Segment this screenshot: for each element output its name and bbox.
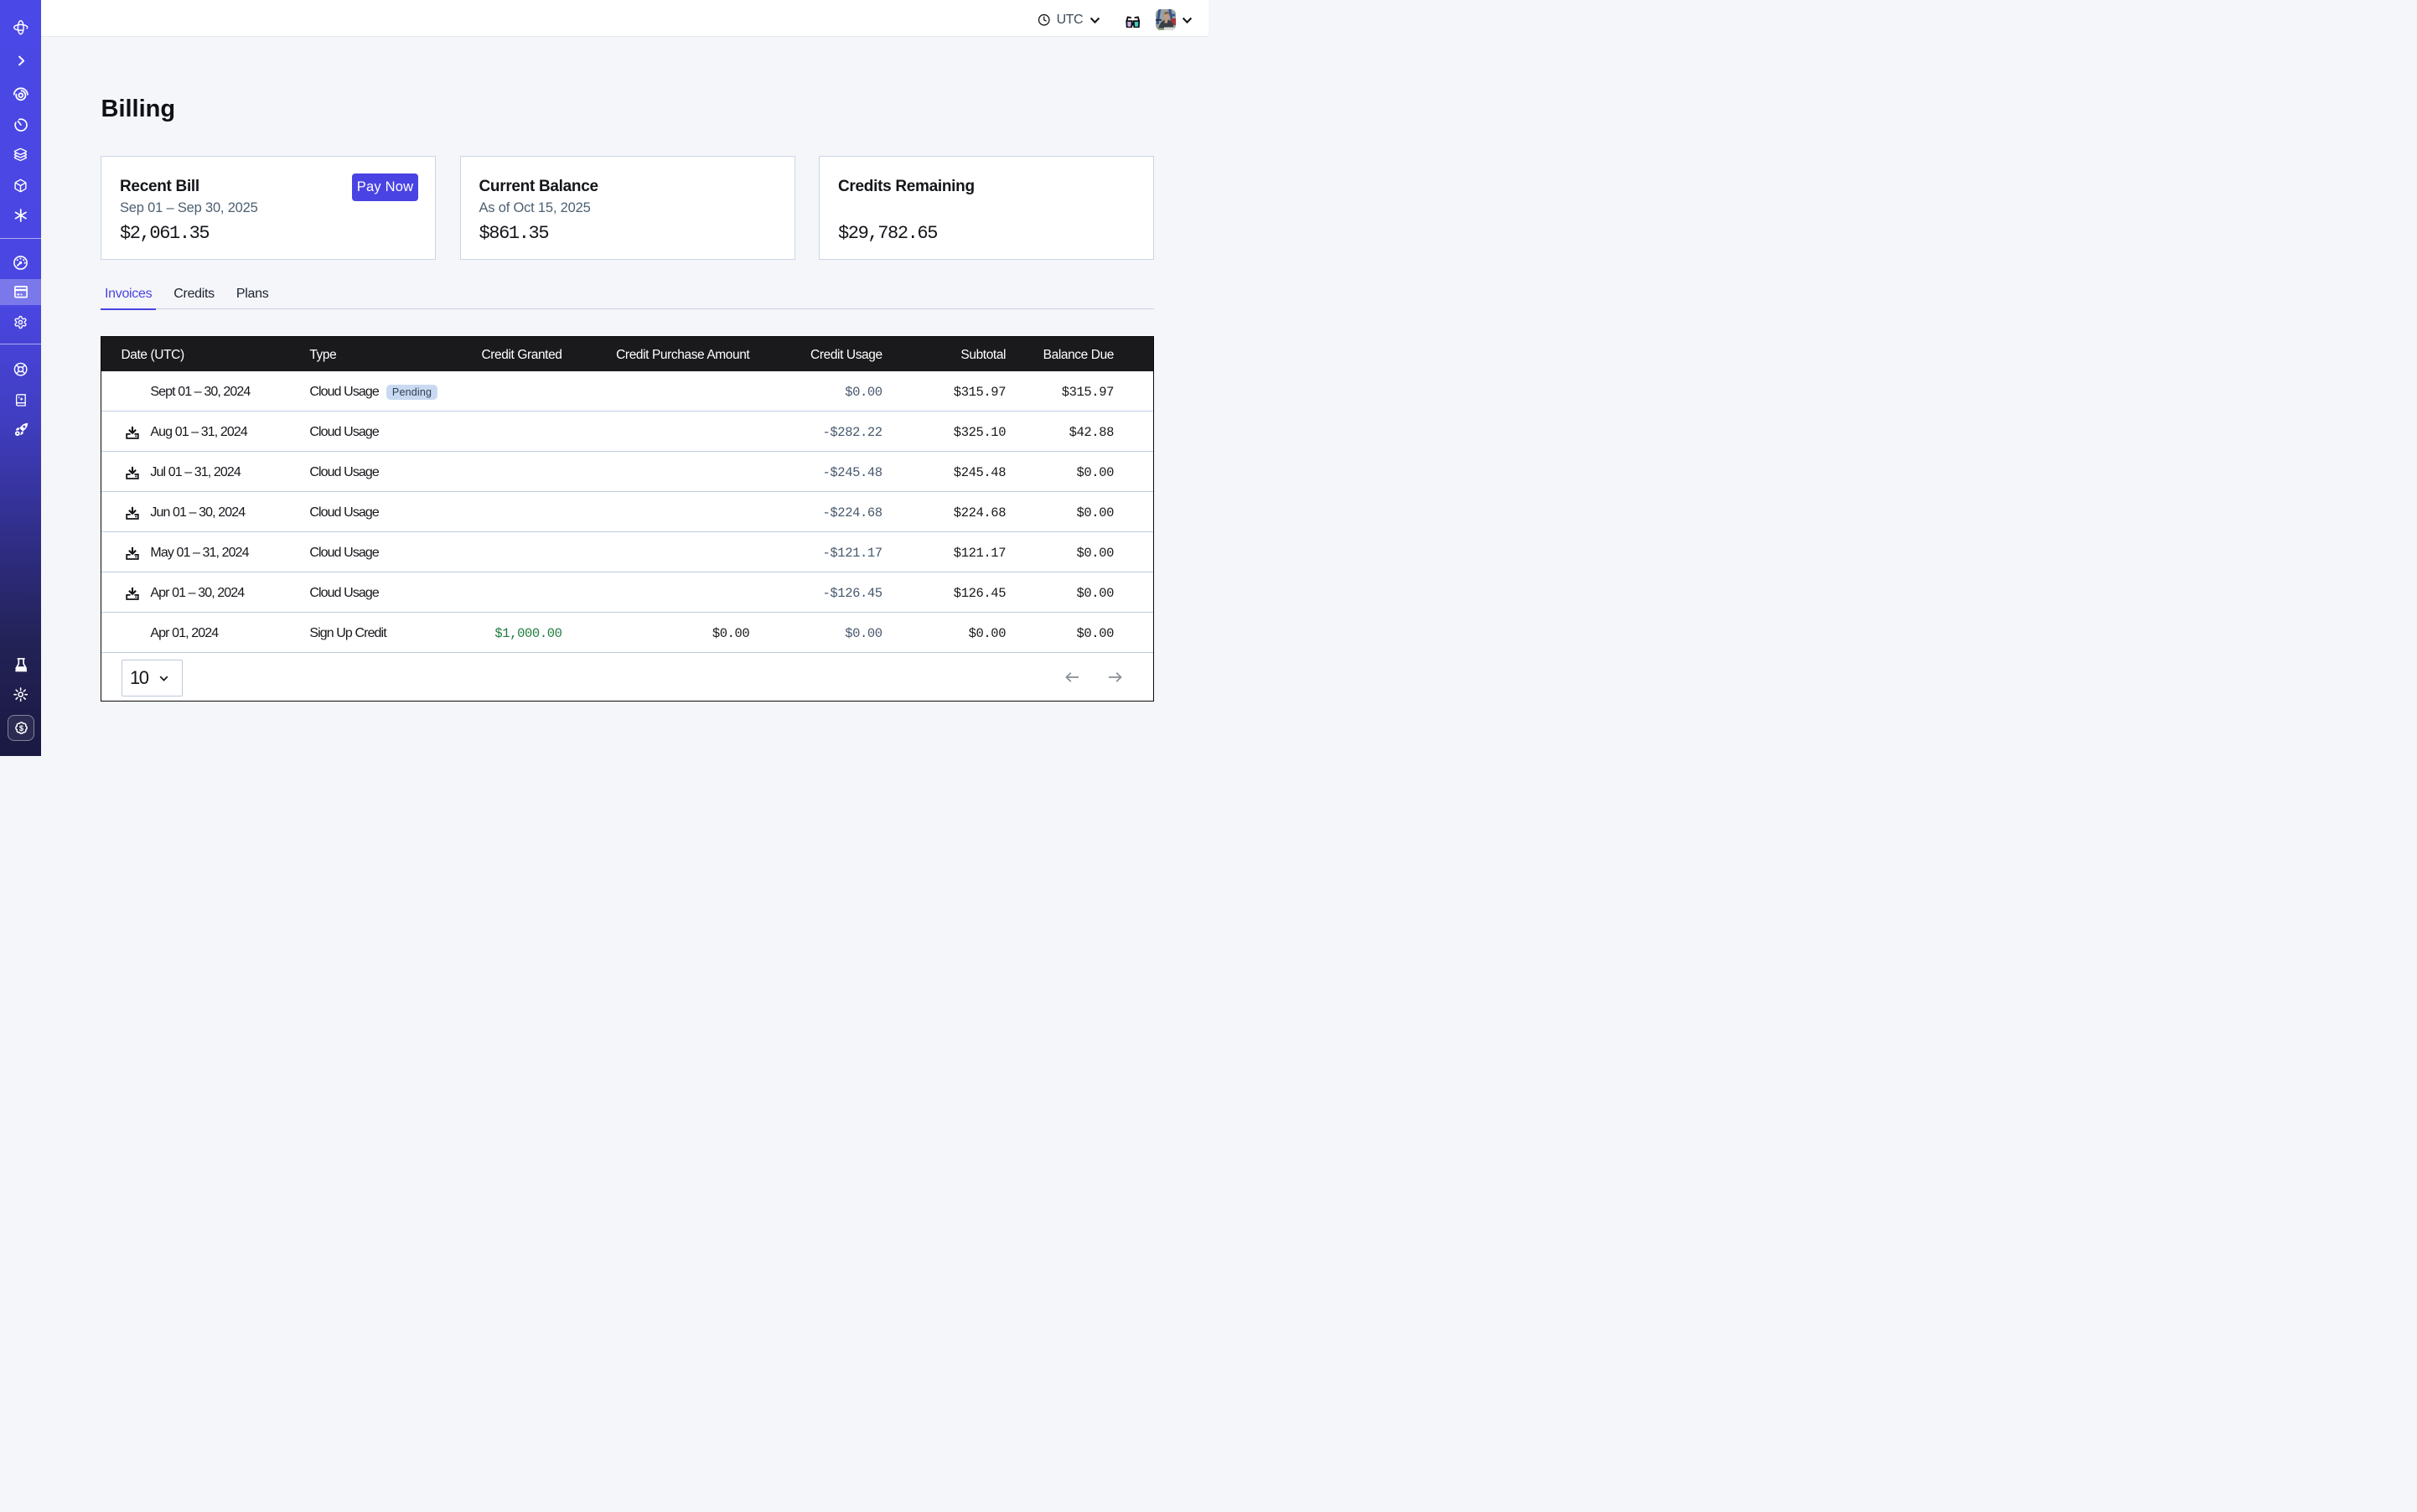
svg-text:$: $ bbox=[19, 724, 24, 733]
